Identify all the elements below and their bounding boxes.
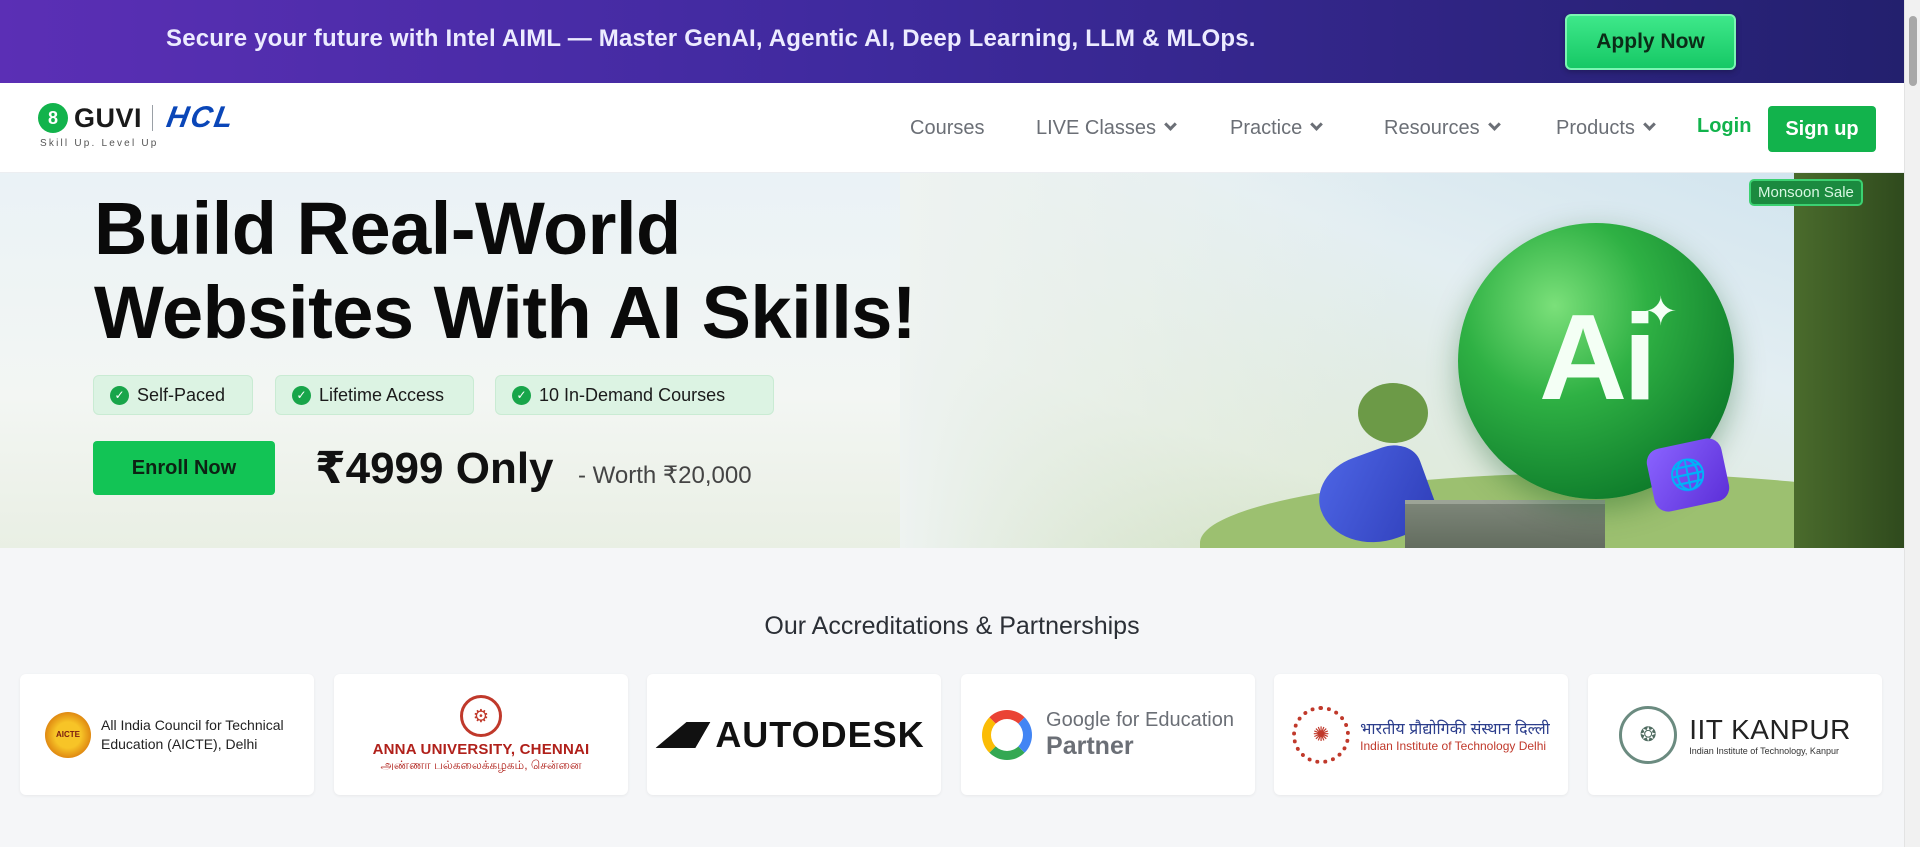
chip-label: Lifetime Access — [319, 384, 445, 405]
partner-card-aicte: AICTE All India Council for Technical Ed… — [20, 674, 314, 795]
navbar: 8 GUVI HCL Skill Up. Level Up Courses LI… — [0, 83, 1904, 173]
aicte-logo-icon: AICTE — [45, 711, 91, 758]
iit-delhi-seal-icon: ✺ — [1292, 705, 1351, 764]
price: ₹4999 Only — [315, 444, 554, 493]
google-logo-icon — [982, 709, 1033, 760]
autodesk-logo-icon — [656, 722, 711, 748]
partner-card-anna-university: ⚙ ANNA UNIVERSITY, CHENNAI அண்ணா பல்கலைக… — [334, 674, 628, 795]
chevron-down-icon — [1164, 118, 1177, 131]
google-line2: Partner — [1046, 731, 1134, 760]
anna-emblem-icon: ⚙ — [459, 695, 502, 737]
nav-item-live-classes[interactable]: LIVE Classes — [1036, 117, 1177, 140]
nav-item-label: Practice — [1230, 117, 1303, 139]
chevron-down-icon — [1487, 118, 1501, 131]
tree-edge-illustration — [1794, 173, 1904, 548]
chevron-down-icon — [1643, 118, 1656, 131]
nav-item-label: Resources — [1384, 117, 1480, 139]
partner-card-autodesk: AUTODESK — [647, 674, 941, 795]
nav-item-label: LIVE Classes — [1036, 117, 1157, 139]
promo-text: Secure your future with Intel AIML — Mas… — [166, 25, 1256, 52]
nav-item-courses[interactable]: Courses — [910, 117, 984, 140]
check-icon: ✓ — [292, 385, 311, 405]
login-link[interactable]: Login — [1697, 115, 1751, 138]
feature-chip: ✓ Self-Paced — [93, 375, 253, 415]
feature-chip: ✓ 10 In-Demand Courses — [495, 375, 774, 415]
hero-headline: Build Real-World Websites With AI Skills… — [94, 187, 917, 355]
worth-price: - Worth ₹20,000 — [578, 462, 752, 489]
iitd-english: Indian Institute of Technology Delhi — [1360, 738, 1547, 753]
nav-item-label: Courses — [910, 117, 985, 139]
nav-item-practice[interactable]: Practice — [1230, 117, 1324, 140]
check-icon: ✓ — [512, 385, 531, 405]
chevron-down-icon — [1310, 118, 1324, 131]
partner-card-google: Google for Education Partner — [961, 674, 1255, 795]
headline-line-2: Websites With AI Skills! — [94, 271, 917, 354]
sparkle-icon: ✦ — [1644, 290, 1678, 334]
iitd-hindi: भारतीय प्रौद्योगिकी संस्थान दिल्ली — [1360, 720, 1550, 738]
chip-label: Self-Paced — [137, 384, 226, 405]
iit-kanpur-seal-icon: ❂ — [1619, 705, 1678, 764]
iitk-sub: Indian Institute of Technology, Kanpur — [1689, 745, 1839, 756]
apply-now-button[interactable]: Apply Now — [1565, 14, 1736, 70]
headline-line-1: Build Real-World — [94, 187, 681, 270]
scrollbar-thumb[interactable] — [1909, 16, 1917, 86]
autodesk-name: AUTODESK — [715, 713, 925, 755]
nav-item-label: Products — [1556, 117, 1635, 139]
pedestal-illustration — [1405, 500, 1605, 548]
enroll-now-button[interactable]: Enroll Now — [93, 441, 275, 495]
partner-card-iit-delhi: ✺ भारतीय प्रौद्योगिकी संस्थान दिल्ली Ind… — [1274, 674, 1568, 795]
tree-illustration — [1358, 383, 1428, 443]
google-line1: Google for Education — [1046, 708, 1234, 731]
feature-chip: ✓ Lifetime Access — [275, 375, 474, 415]
signup-button[interactable]: Sign up — [1768, 106, 1876, 152]
check-icon: ✓ — [110, 385, 129, 405]
iitk-name: IIT KANPUR — [1689, 713, 1851, 745]
nav-item-products[interactable]: Products — [1556, 117, 1656, 140]
anna-sub: அண்ணா பல்கலைக்கழகம், சென்னை — [380, 758, 582, 772]
anna-name: ANNA UNIVERSITY, CHENNAI — [372, 741, 590, 758]
page-scrollbar[interactable] — [1904, 0, 1920, 847]
partner-card-iit-kanpur: ❂ IIT KANPUR Indian Institute of Technol… — [1588, 674, 1882, 795]
accreditations-title: Our Accreditations & Partnerships — [764, 612, 1140, 640]
hero-banner[interactable]: Ai ✦ 🌐 Monsoon Sale Build Real-World Web… — [0, 173, 1904, 548]
chip-label: 10 In-Demand Courses — [539, 384, 726, 405]
sale-tag: Monsoon Sale — [1751, 181, 1861, 204]
aicte-text: All India Council for Technical Educatio… — [101, 716, 284, 752]
nav-menu: Courses LIVE Classes Practice Resources … — [0, 83, 1904, 173]
promo-banner: Secure your future with Intel AIML — Mas… — [0, 0, 1904, 83]
nav-item-resources[interactable]: Resources — [1384, 117, 1501, 140]
ai-orb-text: Ai — [1539, 289, 1657, 425]
